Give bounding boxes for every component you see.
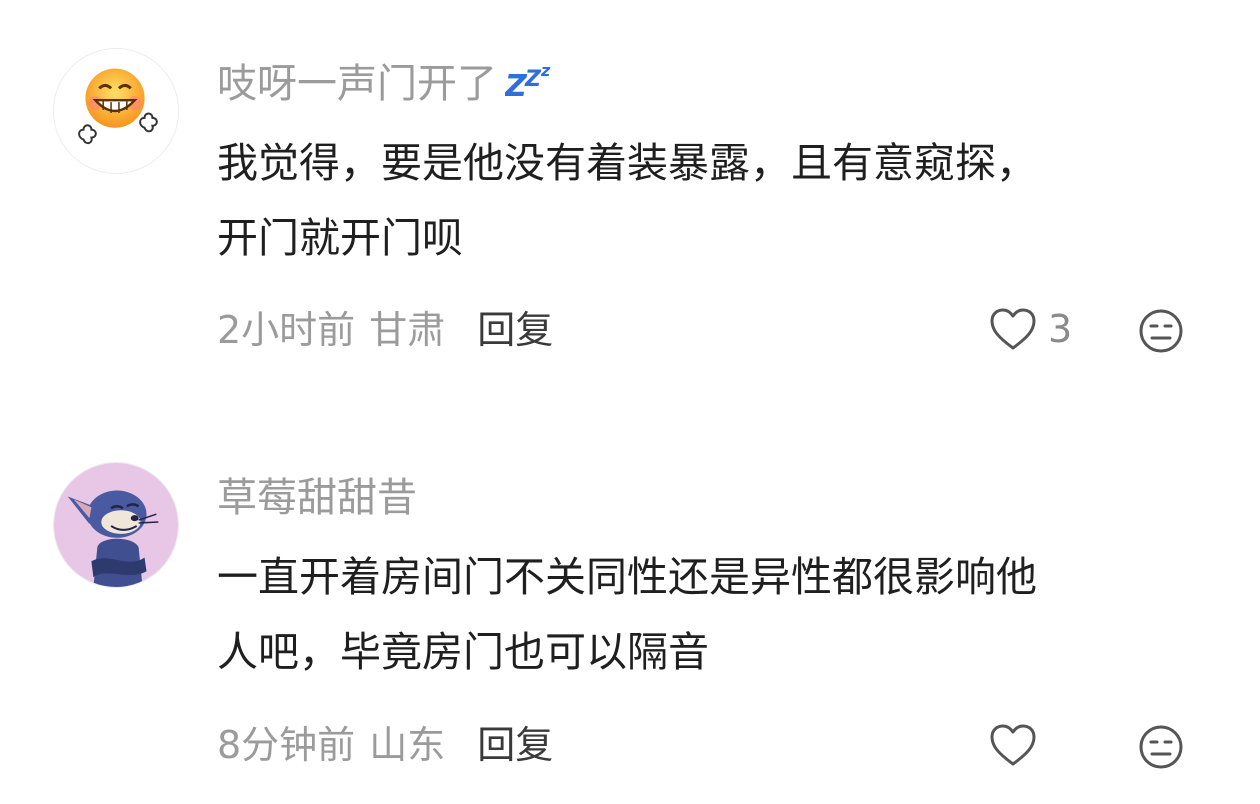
dislike-button[interactable] <box>1138 308 1184 354</box>
comment-line: 一直开着房间门不关同性还是异性都很影响他 <box>217 553 1037 601</box>
like-button[interactable]: 3 <box>988 306 1072 352</box>
like-count: 3 <box>1048 307 1073 351</box>
like-button[interactable] <box>988 722 1038 768</box>
comment-time: 8分钟前 <box>217 723 356 767</box>
username-text[interactable]: 草莓甜甜昔 <box>217 475 417 521</box>
comment-location: 甘肃 <box>369 308 446 352</box>
sleep-zzz-icon: Z Z z <box>504 60 563 113</box>
neutral-face-icon <box>1139 725 1183 769</box>
user-avatar[interactable] <box>53 48 179 174</box>
cartoon-cat-avatar-icon <box>54 463 178 587</box>
grinning-emoji-avatar-icon <box>54 49 178 173</box>
svg-text:z: z <box>540 61 551 80</box>
username[interactable]: 吱呀一声门开了 Z Z z <box>217 58 563 113</box>
comment-text: 我觉得，要是他没有着装暴露，且有意窥探， 开门就开门呗 <box>217 126 1207 276</box>
username[interactable]: 草莓甜甜昔 <box>217 472 417 524</box>
reply-button[interactable]: 回复 <box>477 723 553 767</box>
heart-outline-icon <box>990 308 1036 350</box>
username-text[interactable]: 吱呀一声门开了 <box>217 61 497 107</box>
user-avatar[interactable] <box>53 462 179 588</box>
comment-text: 一直开着房间门不关同性还是异性都很影响他 人吧，毕竟房门也可以隔音 <box>217 540 1207 690</box>
neutral-face-icon <box>1139 309 1183 353</box>
heart-outline-icon <box>990 724 1036 766</box>
comment-line: 开门就开门呗 <box>217 214 463 262</box>
reply-button[interactable]: 回复 <box>477 308 553 352</box>
comment-meta: 8分钟前 山东 回复 <box>217 720 553 770</box>
comment-meta: 2小时前 甘肃 回复 <box>217 305 553 355</box>
comment-location: 山东 <box>369 723 446 767</box>
comment-line: 人吧，毕竟房门也可以隔音 <box>217 628 709 676</box>
comment-time: 2小时前 <box>217 308 356 352</box>
dislike-button[interactable] <box>1138 724 1184 770</box>
comment-line: 我觉得，要是他没有着装暴露，且有意窥探， <box>217 139 1037 187</box>
svg-text:Z: Z <box>524 67 542 92</box>
